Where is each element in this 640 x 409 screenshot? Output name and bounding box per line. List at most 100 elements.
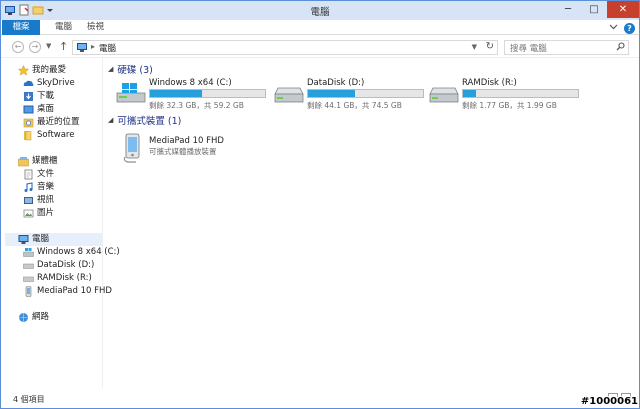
- nav-item-label: MediaPad 10 FHD: [37, 286, 112, 296]
- address-bar[interactable]: ▸ 電腦 ▼ ↻: [72, 40, 498, 55]
- drive-item[interactable]: DataDisk (D:) 剩餘 44.1 GB，共 74.5 GB: [274, 78, 434, 114]
- nav-item-downloads[interactable]: 下載: [23, 90, 54, 103]
- window-title: 電腦: [310, 7, 330, 18]
- forward-button[interactable]: →: [29, 41, 41, 53]
- nav-item-drive-d[interactable]: DataDisk (D:): [23, 259, 94, 272]
- collapse-chevron-icon[interactable]: ◢: [108, 116, 113, 124]
- document-icon: [23, 169, 34, 180]
- drive-item[interactable]: RAMDisk (R:) 剩餘 1.77 GB，共 1.99 GB: [429, 78, 589, 114]
- portable-device-icon: [23, 286, 34, 297]
- tab-computer[interactable]: 電腦: [47, 20, 80, 35]
- close-button[interactable]: ✕: [607, 1, 639, 18]
- navigation-bar: ← → ▼ ↑ ▸ 電腦 ▼ ↻ 搜尋 電腦: [1, 36, 639, 58]
- nav-item-documents[interactable]: 文件: [23, 168, 54, 181]
- drive-usage-fill: [150, 90, 202, 97]
- star-icon: [17, 64, 30, 76]
- nav-favorites[interactable]: 我的最愛: [17, 64, 67, 77]
- download-folder-icon: [23, 91, 34, 102]
- drive-usage-fill: [463, 90, 476, 97]
- group-hard-drives-heading: 硬碟 (3): [117, 65, 153, 76]
- nav-network[interactable]: 網路: [18, 311, 49, 324]
- nav-network-label: 網路: [32, 312, 50, 322]
- item-count: 4 個項目: [13, 395, 45, 404]
- desktop-icon: [23, 104, 34, 115]
- drive-free-space: 剩餘 44.1 GB，共 74.5 GB: [307, 101, 402, 110]
- nav-item-label: 文件: [37, 169, 55, 179]
- breadcrumb-separator-icon[interactable]: ▸: [91, 42, 95, 51]
- hard-drive-icon: [23, 260, 34, 271]
- computer-icon: [76, 43, 88, 56]
- music-icon: [23, 182, 34, 193]
- hard-drive-icon: [429, 82, 459, 107]
- nav-item-music[interactable]: 音樂: [23, 181, 54, 194]
- cloud-icon: [23, 78, 34, 89]
- network-icon: [18, 312, 29, 323]
- group-portable-devices[interactable]: ◢ 可攜式裝置 (1): [108, 114, 182, 127]
- group-portable-heading: 可攜式裝置 (1): [117, 116, 182, 127]
- library-icon: [18, 156, 29, 167]
- nav-item-software[interactable]: Software: [23, 129, 74, 142]
- drive-name: Windows 8 x64 (C:): [149, 78, 232, 88]
- tab-view[interactable]: 檢視: [79, 20, 112, 35]
- nav-item-label: Software: [37, 130, 75, 140]
- drive-item[interactable]: Windows 8 x64 (C:) 剩餘 32.3 GB，共 59.2 GB: [116, 78, 276, 114]
- search-input[interactable]: 搜尋 電腦: [504, 40, 629, 55]
- nav-item-drive-r[interactable]: RAMDisk (R:): [23, 272, 92, 285]
- title-bar: 電腦 ─ □ ✕: [1, 1, 639, 20]
- group-hard-drives[interactable]: ◢ 硬碟 (3): [108, 63, 153, 76]
- up-button[interactable]: ↑: [59, 40, 68, 53]
- nav-item-desktop[interactable]: 桌面: [23, 103, 54, 116]
- collapse-chevron-icon[interactable]: ◢: [108, 65, 113, 73]
- pictures-icon: [23, 208, 34, 219]
- drive-free-space: 剩餘 32.3 GB，共 59.2 GB: [149, 101, 244, 110]
- portable-device-icon: [122, 133, 144, 166]
- nav-item-label: 桌面: [37, 104, 55, 114]
- nav-item-label: DataDisk (D:): [37, 260, 95, 270]
- back-button[interactable]: ←: [12, 41, 24, 53]
- address-dropdown-icon[interactable]: ▼: [472, 43, 477, 51]
- nav-item-mediapad[interactable]: MediaPad 10 FHD: [23, 285, 112, 298]
- content-pane: ◢ 硬碟 (3) Windows 8 x64 (C:) 剩餘 32.3 GB，共…: [104, 58, 639, 388]
- watermark: #1000061: [580, 396, 638, 407]
- breadcrumb-computer[interactable]: 電腦: [99, 42, 116, 54]
- nav-item-pictures[interactable]: 圖片: [23, 207, 54, 220]
- explorer-window: 電腦 ─ □ ✕ 檔案 電腦 檢視 ? ← → ▼ ↑ ▸ 電腦 ▼ ↻ 搜尋 …: [0, 0, 640, 409]
- chevron-down-icon[interactable]: [609, 22, 618, 34]
- windows-drive-icon: [23, 247, 34, 258]
- drive-usage-bar: [149, 89, 266, 98]
- nav-item-videos[interactable]: 視訊: [23, 194, 54, 207]
- folder-icon: [23, 130, 34, 141]
- minimize-button[interactable]: ─: [555, 1, 581, 18]
- device-item[interactable]: MediaPad 10 FHD 可攜式媒體播放裝置: [116, 133, 266, 163]
- nav-libraries-label: 媒體櫃: [32, 156, 58, 166]
- status-bar: 4 個項目: [1, 389, 639, 408]
- drive-name: DataDisk (D:): [307, 78, 365, 88]
- search-icon[interactable]: [616, 42, 625, 54]
- drive-name: RAMDisk (R:): [462, 78, 517, 88]
- search-placeholder: 搜尋 電腦: [510, 44, 547, 54]
- device-description: 可攜式媒體播放裝置: [149, 147, 217, 156]
- recent-places-icon: [23, 117, 34, 128]
- nav-item-label: 最近的位置: [37, 117, 80, 127]
- nav-favorites-label: 我的最愛: [32, 65, 67, 75]
- nav-computer[interactable]: 電腦: [5, 233, 103, 246]
- windows-drive-icon: [116, 82, 146, 107]
- nav-computer-label: 電腦: [32, 234, 50, 244]
- nav-item-label: 下載: [37, 91, 55, 101]
- nav-item-label: 視訊: [37, 195, 55, 205]
- maximize-button[interactable]: □: [581, 1, 607, 18]
- ribbon-controls: ?: [609, 22, 635, 34]
- navigation-pane: 我的最愛 SkyDrive 下載 桌面 最近的位置 Software 媒體櫃 文…: [1, 58, 120, 388]
- refresh-icon[interactable]: ↻: [486, 41, 494, 52]
- tab-file[interactable]: 檔案: [2, 20, 40, 35]
- nav-libraries[interactable]: 媒體櫃: [18, 155, 58, 168]
- video-icon: [23, 195, 34, 206]
- drive-usage-bar: [307, 89, 424, 98]
- nav-item-skydrive[interactable]: SkyDrive: [23, 77, 75, 90]
- drive-usage-bar: [462, 89, 579, 98]
- nav-item-recent-places[interactable]: 最近的位置: [23, 116, 80, 129]
- recent-locations-icon[interactable]: ▼: [46, 42, 51, 50]
- help-icon[interactable]: ?: [624, 22, 635, 34]
- computer-icon: [18, 234, 29, 245]
- drive-free-space: 剩餘 1.77 GB，共 1.99 GB: [462, 101, 557, 110]
